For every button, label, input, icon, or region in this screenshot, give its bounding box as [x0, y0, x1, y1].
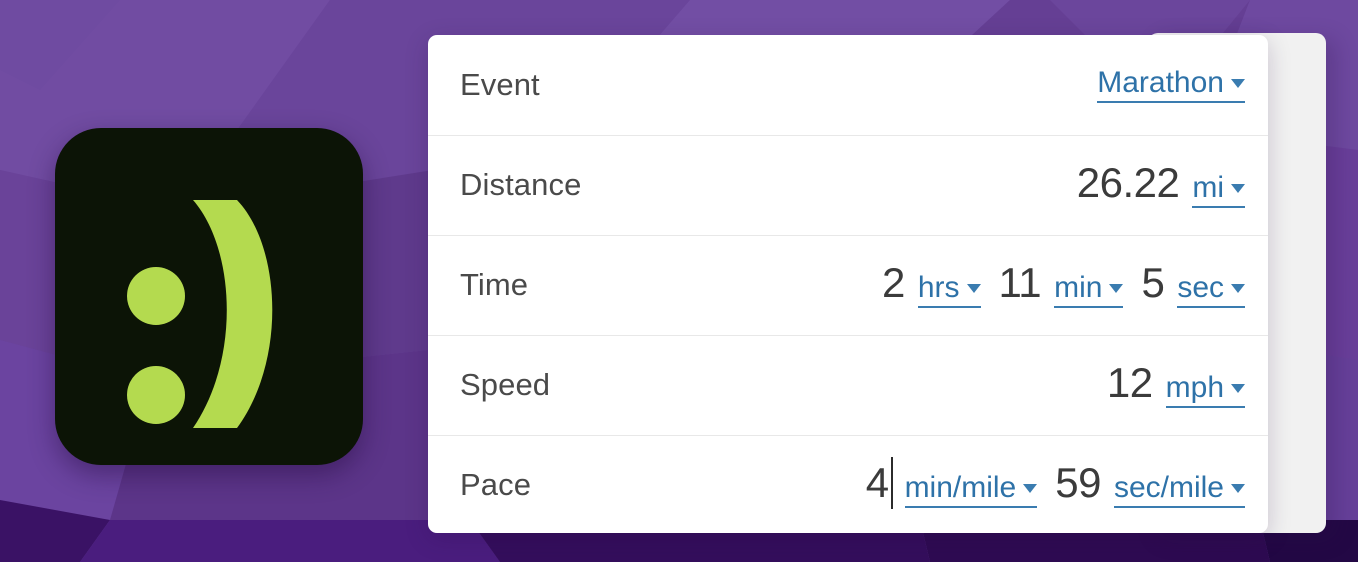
row-label-time: Time	[460, 267, 529, 302]
row-label-speed: Speed	[460, 367, 551, 402]
event-unit-label: Marathon	[1097, 66, 1224, 100]
pace-minutes-unit-label: min/mile	[904, 471, 1017, 505]
chevron-down-icon	[1109, 284, 1124, 294]
chevron-down-icon	[966, 284, 981, 294]
row-fields-distance: 26.22 mi	[1077, 162, 1250, 208]
row-label-pace: Pace	[460, 467, 532, 502]
screen: Event Marathon Distance 26.22 mi Time 2 …	[0, 0, 1358, 562]
pace-minutes-input[interactable]: 4	[865, 457, 893, 510]
time-hours-unit-label: hrs	[917, 271, 960, 305]
time-seconds-unit-dropdown[interactable]: sec	[1177, 272, 1245, 308]
time-hours-unit-dropdown[interactable]: hrs	[917, 271, 981, 308]
row-label-event: Event	[460, 67, 540, 102]
time-minutes-input[interactable]: 11	[999, 262, 1042, 304]
distance-unit-dropdown[interactable]: mi	[1192, 172, 1245, 208]
chevron-down-icon	[1231, 284, 1245, 294]
event-unit-dropdown[interactable]: Marathon	[1097, 67, 1245, 103]
pace-minutes-unit-dropdown[interactable]: min/mile	[904, 471, 1038, 508]
row-event: Event Marathon	[428, 35, 1268, 135]
row-time: Time 2 hrs 11 min 5 sec	[428, 235, 1268, 335]
distance-unit-label: mi	[1192, 171, 1224, 205]
row-fields-event: Marathon	[1084, 67, 1250, 103]
chevron-down-icon	[1023, 484, 1038, 494]
pace-seconds-unit-label: sec/mile	[1113, 471, 1224, 505]
calculator-card: Event Marathon Distance 26.22 mi Time 2 …	[428, 35, 1268, 533]
text-cursor-icon	[890, 457, 893, 510]
row-label-distance: Distance	[460, 167, 582, 202]
time-minutes-unit-dropdown[interactable]: min	[1054, 271, 1124, 308]
chevron-down-icon	[1231, 484, 1245, 494]
speed-unit-label: mph	[1165, 371, 1224, 405]
pace-seconds-input[interactable]: 59	[1055, 462, 1101, 504]
chevron-down-icon	[1231, 79, 1245, 89]
speed-unit-dropdown[interactable]: mph	[1165, 371, 1245, 408]
row-fields-pace: 4 min/mile 59 sec/mile	[865, 457, 1250, 510]
row-pace: Pace 4 min/mile 59 sec/mile	[428, 435, 1268, 533]
chevron-down-icon	[1231, 184, 1245, 194]
row-speed: Speed 12 mph	[428, 335, 1268, 435]
time-seconds-input[interactable]: 5	[1141, 262, 1164, 304]
row-distance: Distance 26.22 mi	[428, 135, 1268, 235]
row-fields-speed: 12 mph	[1107, 362, 1250, 408]
smiley-face-icon	[127, 200, 273, 428]
time-minutes-unit-label: min	[1054, 271, 1103, 305]
chevron-down-icon	[1231, 384, 1245, 394]
distance-value-input[interactable]: 26.22	[1077, 162, 1180, 204]
row-fields-time: 2 hrs 11 min 5 sec	[882, 262, 1250, 308]
pace-seconds-unit-dropdown[interactable]: sec/mile	[1113, 471, 1245, 508]
speed-value-input[interactable]: 12	[1107, 362, 1153, 404]
time-seconds-unit-label: sec	[1177, 271, 1224, 305]
pace-minutes-value: 4	[865, 459, 889, 507]
app-logo	[55, 128, 363, 465]
time-hours-input[interactable]: 2	[882, 262, 905, 304]
